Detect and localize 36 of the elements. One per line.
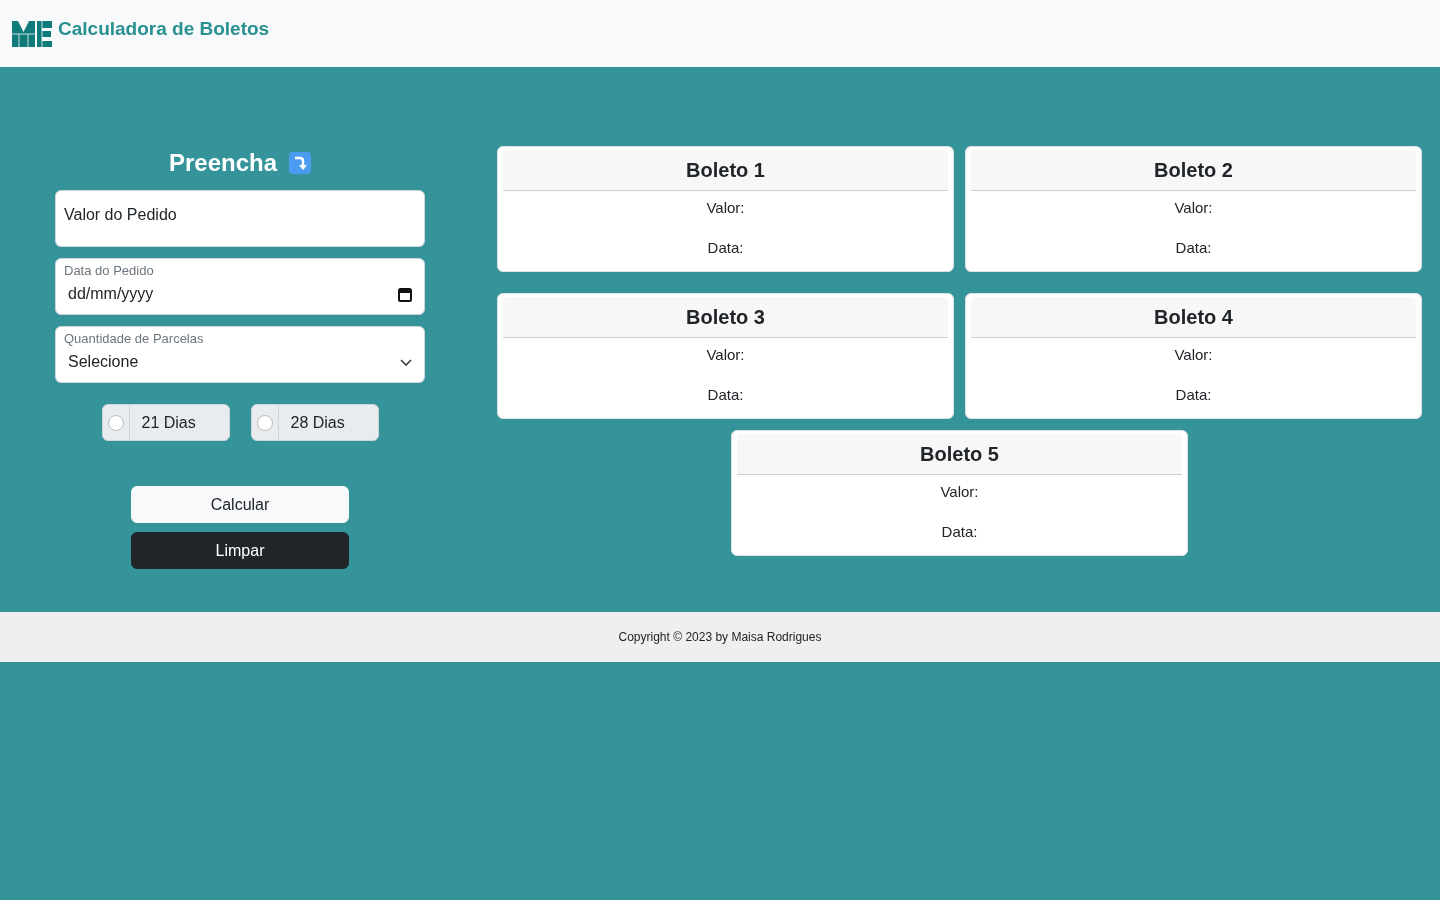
day-option[interactable]: 28 Dias xyxy=(250,404,379,441)
installments-select[interactable]: Quantidade de Parcelas Selecione xyxy=(55,326,425,383)
card-header: Boleto 3 xyxy=(503,297,948,338)
app-title: Calculadora de Boletos xyxy=(58,18,270,40)
value-label: Valor: xyxy=(706,198,745,218)
date-label: Data: xyxy=(941,522,978,542)
card-header: Boleto 1 xyxy=(503,150,948,191)
copyright-text: Copyright © 2023 by Maisa Rodrigues xyxy=(618,630,822,644)
option-label: 28 Dias xyxy=(289,412,345,433)
form-heading: Preencha xyxy=(168,148,278,178)
chevron-down-icon xyxy=(400,358,412,366)
date-field[interactable]: Data do Pedido dd/mm/yyyy xyxy=(55,258,425,315)
value-label: Valor: xyxy=(940,482,979,502)
value-label: Valor: xyxy=(1174,345,1213,365)
card-header: Boleto 5 xyxy=(737,434,1182,475)
value-label: Valor: xyxy=(706,345,745,365)
value-field[interactable]: Valor do Pedido xyxy=(55,190,425,247)
date-label: Data: xyxy=(1175,385,1212,405)
field-label: Quantidade de Parcelas xyxy=(64,331,204,347)
card-header: Boleto 2 xyxy=(971,150,1416,191)
date-input[interactable]: dd/mm/yyyy xyxy=(68,283,248,305)
date-label: Data: xyxy=(1175,238,1212,258)
logo-icon xyxy=(12,21,52,47)
card-header: Boleto 4 xyxy=(971,297,1416,338)
select-value: Selecione xyxy=(68,352,139,372)
value-label: Valor: xyxy=(1174,198,1213,218)
calendar-icon[interactable] xyxy=(398,286,412,302)
option-label: 21 Dias xyxy=(140,412,196,433)
date-label: Data: xyxy=(707,385,744,405)
field-label: Data do Pedido xyxy=(64,263,154,279)
clear-button[interactable]: Limpar xyxy=(131,532,349,569)
radio-button[interactable] xyxy=(107,414,124,431)
day-option[interactable]: 21 Dias xyxy=(101,404,230,441)
calculate-button[interactable]: Calcular xyxy=(131,486,349,523)
date-label: Data: xyxy=(707,238,744,258)
radio-button[interactable] xyxy=(256,414,273,431)
